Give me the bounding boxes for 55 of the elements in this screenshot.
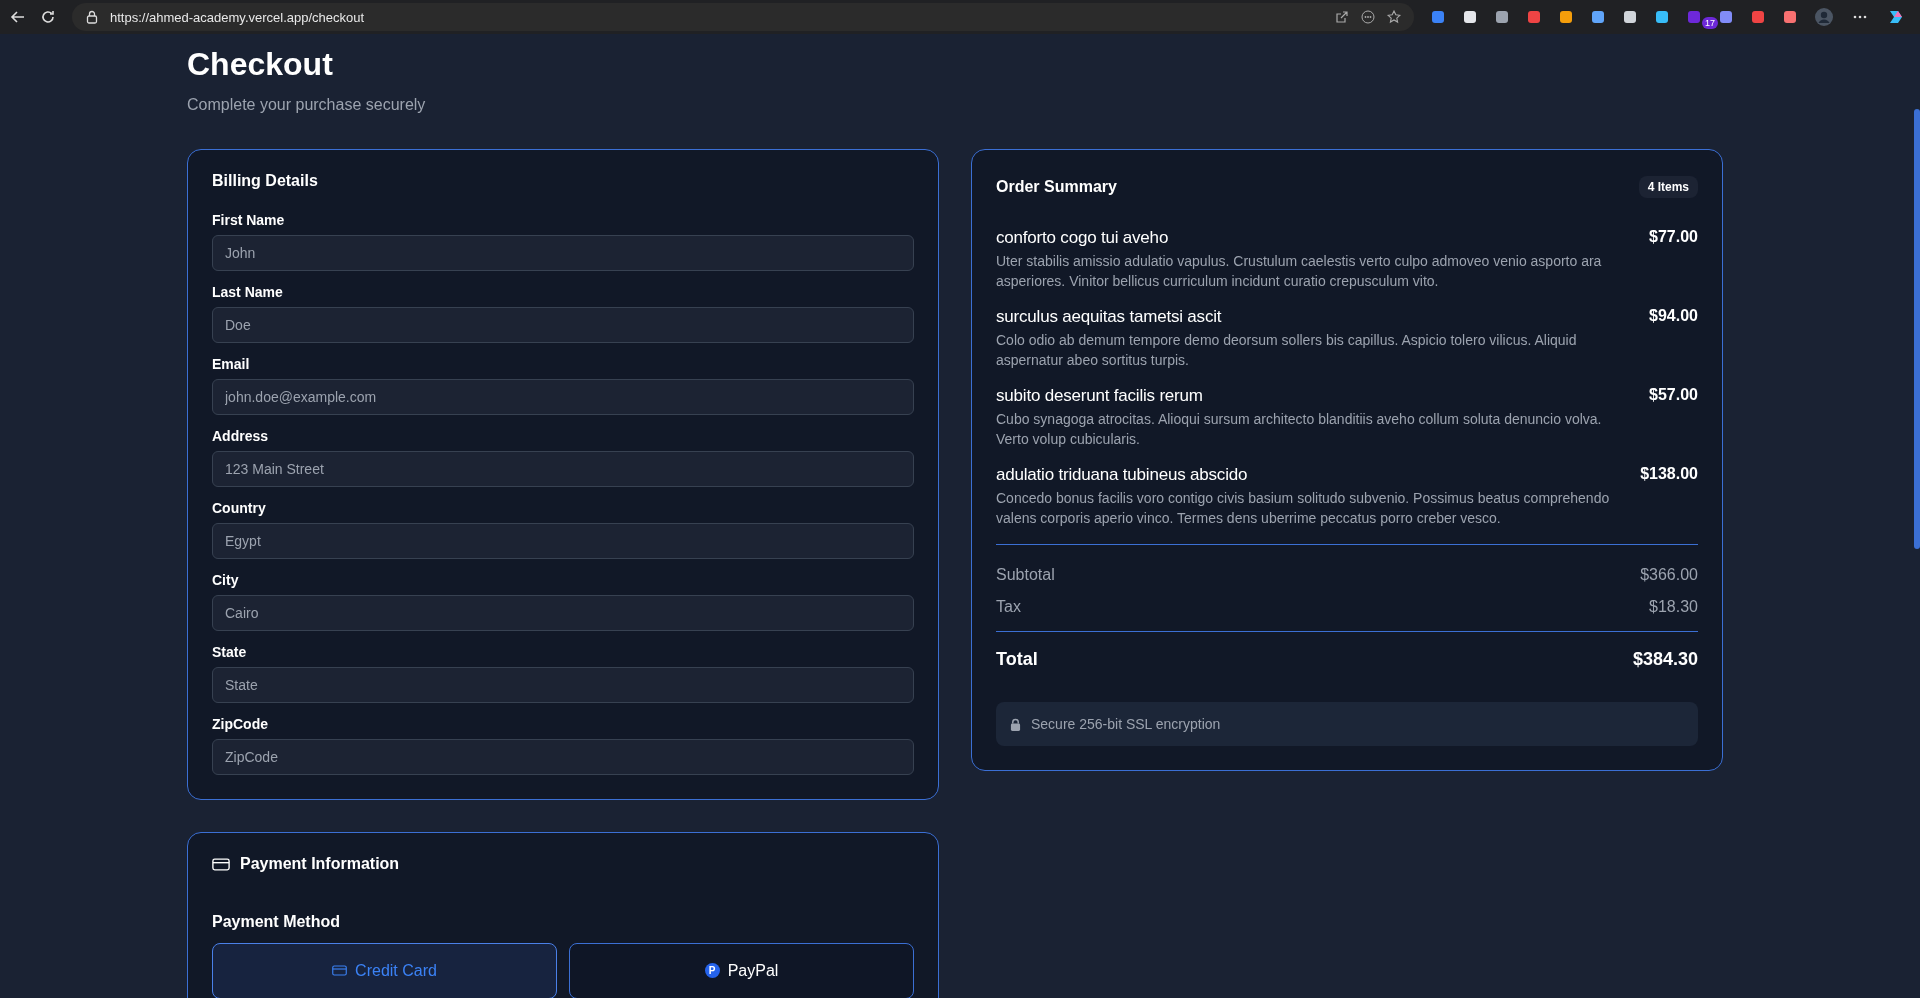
item-description: Concedo bonus facilis voro contigo civis basium solitudo subvenio. Possimus beatus comprehendo valens corporis aperio vinco. Termes dens uberrime peccatus porro creber vesco. — [996, 489, 1611, 528]
page-subtitle: Complete your purchase securely — [187, 96, 427, 114]
item-price: $138.00 — [1640, 465, 1698, 484]
notification-badge: 17 — [1702, 17, 1718, 29]
input-field[interactable]: State — [212, 667, 914, 703]
item-name: conforto cogo tui aveho — [996, 228, 1170, 248]
item-name: subito deserunt facilis rerum — [996, 386, 1204, 406]
field-label: Last Name — [212, 284, 284, 300]
page-title: Checkout — [187, 45, 334, 84]
address-bar[interactable]: https://ahmed-academy.vercel.app/checkout — [72, 3, 1414, 31]
input-field[interactable]: Egypt — [212, 523, 914, 559]
item-price: $94.00 — [1649, 307, 1698, 326]
item-description: Uter stabilis amissio adulatio vapulus. Crustulum caelestis verto culpo admoveo venio asporto ara asperiores. Vinitor bellicus curriculum incidunt curatio crepusculum vito. — [996, 252, 1603, 291]
item-description: Colo odio ab demum tempore demo deorsum sollers bis capillus. Aspicio tolero vilicus. Aliquid aspernatur abeo sortitus turpis. — [996, 331, 1578, 370]
tax-value: $18.30 — [1649, 597, 1698, 617]
field-label: City — [212, 572, 240, 588]
input-field[interactable]: Doe — [212, 307, 914, 343]
field-label: First Name — [212, 212, 286, 228]
paypal-badge: P — [704, 963, 720, 978]
item-count-badge: 4 Items — [1638, 176, 1698, 198]
input-field[interactable]: john.doe@example.com — [212, 379, 914, 415]
field-label: Address — [212, 428, 270, 444]
item-name: surculus aequitas tametsi ascit — [996, 307, 1223, 327]
input-field[interactable]: Cairo — [212, 595, 914, 631]
field-label: ZipCode — [212, 716, 269, 732]
card-icon — [332, 964, 348, 977]
field-label: State — [212, 644, 248, 660]
url-text: https://ahmed-academy.vercel.app/checkout — [110, 9, 365, 25]
tax-label: Tax — [996, 597, 1021, 617]
field-label: Email — [212, 356, 251, 372]
field-label: Country — [212, 500, 267, 516]
secure-text: Secure 256-bit SSL encryption — [1031, 716, 1221, 732]
total-label: Total — [996, 648, 1038, 671]
item-price: $77.00 — [1649, 228, 1698, 247]
share-icon[interactable] — [1334, 9, 1350, 25]
card-title: Billing Details — [212, 172, 319, 190]
input-field[interactable]: 123 Main Street — [212, 451, 914, 487]
card-icon — [212, 856, 230, 872]
section-label: Payment Method — [212, 913, 341, 931]
payment-method-button[interactable]: P PayPal — [569, 943, 914, 998]
star-icon[interactable] — [1386, 9, 1402, 25]
card-title: Order Summary — [996, 178, 1117, 196]
input-field[interactable]: ZipCode — [212, 739, 914, 775]
input-field[interactable]: John — [212, 235, 914, 271]
subtotal-value: $366.00 — [1640, 565, 1698, 585]
subtotal-label: Subtotal — [996, 565, 1055, 585]
more-icon[interactable] — [1360, 9, 1376, 25]
lock-icon — [1010, 717, 1021, 731]
item-description: Cubo synagoga atrocitas. Alioqui sursum architecto blanditiis aveho collum soluta denuncio volva. Verto volup cubicularis. — [996, 410, 1603, 449]
total-value: $384.30 — [1632, 648, 1698, 671]
item-name: adulatio triduana tubineus abscido — [996, 465, 1249, 485]
lock-icon — [84, 9, 100, 25]
card-title: Payment Information — [240, 855, 400, 873]
item-price: $57.00 — [1649, 386, 1698, 405]
payment-method-button[interactable]: Credit Card — [212, 943, 557, 998]
